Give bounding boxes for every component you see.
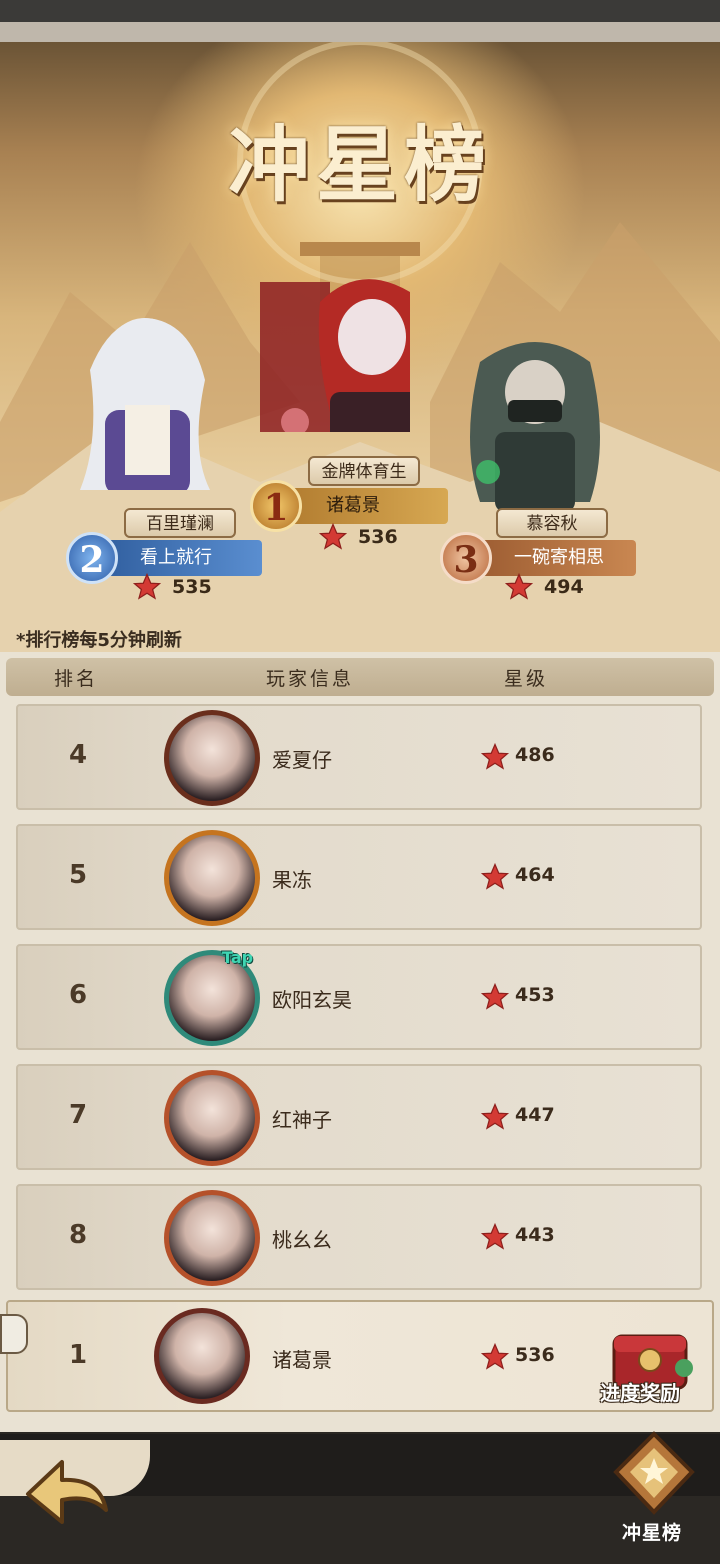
player-star-score: 453 bbox=[515, 984, 555, 1006]
table-row[interactable]: 6 欧阳玄昊 453 Tap bbox=[16, 944, 702, 1050]
podium-1-name: 诸葛景 bbox=[326, 495, 380, 516]
player-star-score: 447 bbox=[515, 1104, 555, 1126]
table-row[interactable]: 7 红神子 447 bbox=[16, 1064, 702, 1170]
table-row[interactable]: 8 桃幺幺 443 bbox=[16, 1184, 702, 1290]
row-rank: 7 bbox=[68, 1100, 88, 1130]
player-name: 爱夏仔 bbox=[272, 748, 332, 772]
player-star-score: 443 bbox=[515, 1224, 555, 1246]
podium-2-title-badge: 百里瑾澜 bbox=[124, 508, 236, 538]
row-rank: 4 bbox=[68, 740, 88, 770]
leaderboard-banner: 冲星榜 金牌体育生 诸葛景 1 536 百里瑾澜 看上就行 2 535 慕容秋 … bbox=[0, 42, 720, 654]
my-score: 536 bbox=[515, 1344, 555, 1366]
header-player-info: 玩家信息 bbox=[266, 668, 355, 690]
podium-2-star-icon bbox=[132, 572, 162, 600]
hero-figure-rank-2 bbox=[80, 318, 210, 490]
star-icon bbox=[480, 1102, 510, 1130]
page-title: 冲星榜 bbox=[227, 117, 492, 213]
star-icon bbox=[480, 862, 510, 890]
player-avatar[interactable] bbox=[164, 1190, 260, 1286]
podium-2-name: 看上就行 bbox=[140, 547, 212, 568]
hero-figure-rank-1 bbox=[260, 279, 410, 432]
podium-3-name: 一碗寄相思 bbox=[514, 547, 604, 568]
star-ranking-nav-icon[interactable] bbox=[608, 1426, 700, 1526]
header-stars: 星级 bbox=[504, 668, 549, 690]
podium-3-title-badge: 慕容秋 bbox=[496, 508, 608, 538]
row-rank: 8 bbox=[68, 1220, 88, 1250]
player-name: 红神子 bbox=[272, 1108, 332, 1132]
star-icon bbox=[480, 982, 510, 1010]
podium-1-name-ribbon: 诸葛景 bbox=[278, 488, 448, 524]
my-avatar[interactable] bbox=[154, 1308, 250, 1404]
podium-1-title-badge: 金牌体育生 bbox=[308, 456, 420, 486]
refresh-note: *排行榜每5分钟刷新 bbox=[16, 630, 182, 651]
podium-1-rank-medal: 1 bbox=[250, 480, 302, 532]
podium-1-star-icon bbox=[318, 522, 348, 550]
progress-reward-label[interactable]: 进度奖励 bbox=[600, 1377, 680, 1406]
header-rank: 排名 bbox=[54, 668, 99, 690]
row-rank: 6 bbox=[68, 980, 88, 1010]
podium-1-score: 536 bbox=[358, 526, 398, 548]
podium-2-rank-medal: 2 bbox=[66, 532, 118, 584]
podium-3-rank-medal: 3 bbox=[440, 532, 492, 584]
status-bar bbox=[0, 0, 720, 22]
table-header bbox=[6, 658, 714, 696]
tap-badge: Tap bbox=[222, 948, 254, 967]
star-icon bbox=[480, 1222, 510, 1250]
player-name: 欧阳玄昊 bbox=[272, 988, 352, 1012]
player-avatar[interactable] bbox=[164, 710, 260, 806]
player-star-score: 486 bbox=[515, 744, 555, 766]
row-rank: 5 bbox=[68, 860, 88, 890]
podium-3-star-icon bbox=[504, 572, 534, 600]
star-ranking-nav-label[interactable]: 冲星榜 bbox=[622, 1518, 682, 1545]
back-arrow-icon[interactable] bbox=[20, 1448, 116, 1538]
player-name: 果冻 bbox=[272, 868, 312, 892]
player-star-score: 464 bbox=[515, 864, 555, 886]
podium-3-score: 494 bbox=[544, 576, 584, 598]
table-row[interactable]: 5 果冻 464 bbox=[16, 824, 702, 930]
table-row[interactable]: 4 爱夏仔 486 bbox=[16, 704, 702, 810]
my-star-icon bbox=[480, 1342, 510, 1370]
hero-figure-rank-3 bbox=[470, 342, 600, 512]
player-name: 桃幺幺 bbox=[272, 1228, 332, 1252]
star-icon bbox=[480, 742, 510, 770]
podium-2-score: 535 bbox=[172, 576, 212, 598]
my-rank: 1 bbox=[68, 1340, 88, 1370]
my-name: 诸葛景 bbox=[272, 1348, 332, 1372]
player-avatar[interactable] bbox=[164, 1070, 260, 1166]
player-avatar[interactable] bbox=[164, 830, 260, 926]
chat-bubble-icon[interactable] bbox=[0, 1314, 28, 1354]
